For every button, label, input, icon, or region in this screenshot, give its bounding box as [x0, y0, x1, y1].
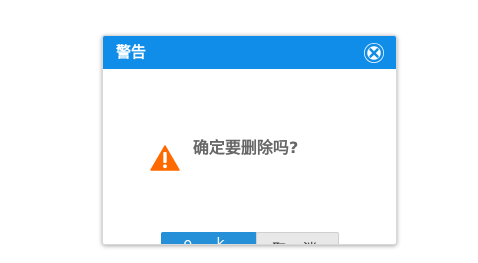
warning-triangle-icon: [150, 145, 180, 171]
dialog-title: 警告: [116, 43, 147, 61]
alert-dialog: 警告 确定要删除吗? o k 取 消: [102, 35, 397, 245]
ok-button[interactable]: o k: [161, 232, 257, 244]
dialog-titlebar: 警告: [103, 36, 396, 69]
cancel-button[interactable]: 取 消: [256, 232, 339, 244]
dialog-message: 确定要删除吗?: [193, 138, 299, 157]
close-icon[interactable]: [364, 43, 384, 63]
page: 警告 确定要删除吗? o k 取 消: [0, 0, 478, 263]
dialog-body: 确定要删除吗? o k 取 消: [103, 69, 396, 244]
